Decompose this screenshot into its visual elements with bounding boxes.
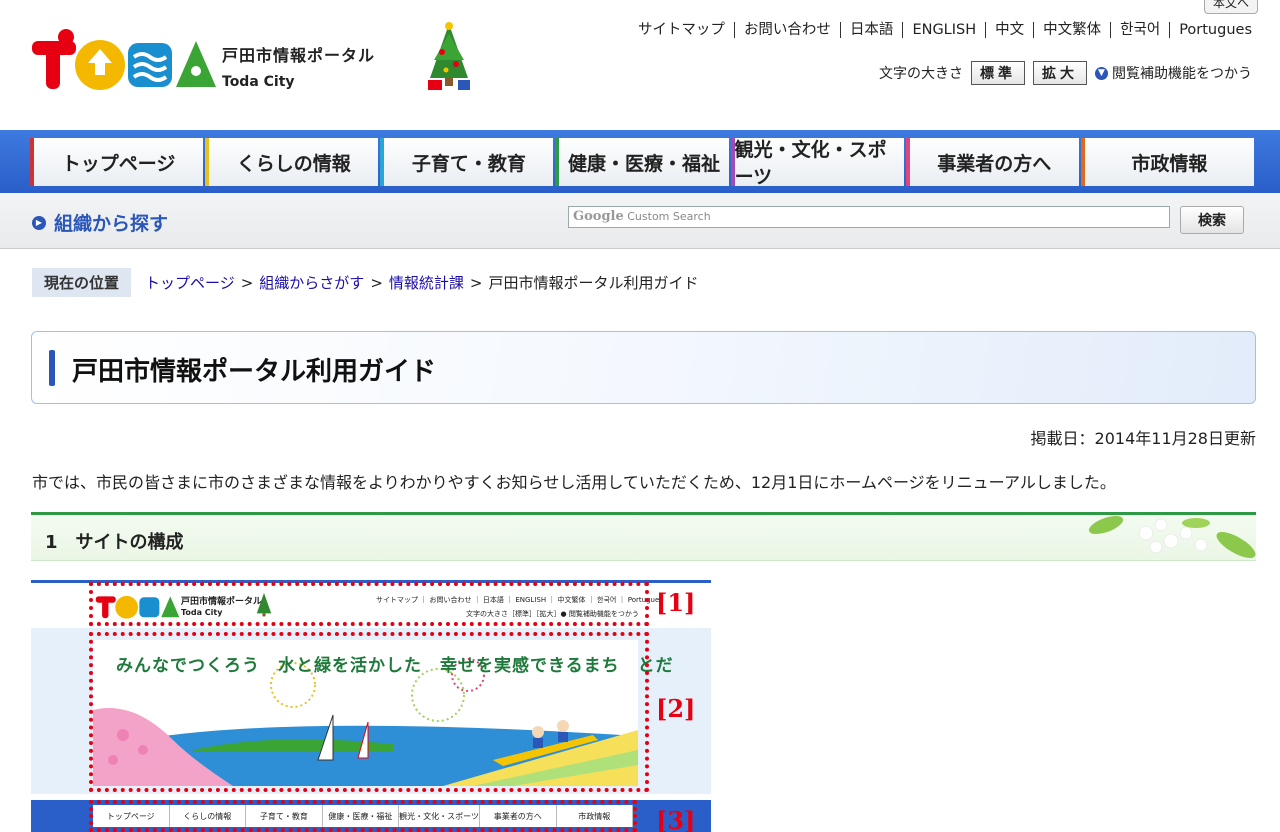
nav-item-business[interactable]: 事業者の方へ: [905, 138, 1079, 186]
org-search-label: 組織から探す: [54, 213, 169, 235]
lang-korean-link[interactable]: 한국어: [1110, 22, 1169, 38]
nav-item-living[interactable]: くらしの情報: [205, 138, 379, 186]
site-header: 本文へ 戸田市情報ポータル Toda City サイトマップ お問い合わせ 日本…: [0, 0, 1280, 130]
lang-chinese-traditional-link[interactable]: 中文繁体: [1033, 22, 1110, 38]
search-placeholder: Custom Search: [627, 210, 711, 223]
region-2-label: [2]: [656, 694, 696, 723]
page-title: 戸田市情報ポータル利用ガイド: [72, 357, 437, 387]
breadcrumb-link-org[interactable]: 組織からさがす: [259, 272, 364, 293]
global-nav: トップページ くらしの情報 子育て・教育 健康・医療・福祉 観光・文化・スポーツ…: [0, 130, 1280, 193]
sitemap-link[interactable]: サイトマップ: [629, 22, 734, 38]
utility-links: サイトマップ お問い合わせ 日本語 ENGLISH 中文 中文繁体 한국어 Po…: [629, 22, 1252, 38]
font-normal-button[interactable]: 標準: [971, 61, 1025, 85]
org-search-link[interactable]: ▶ 組織から探す: [32, 209, 168, 236]
breadcrumb: 現在の位置 トップページ > 組織からさがす > 情報統計課 > 戸田市情報ポー…: [32, 268, 699, 297]
contact-link[interactable]: お問い合わせ: [733, 22, 840, 38]
lang-english-link[interactable]: ENGLISH: [902, 22, 985, 38]
flowers-decoration-icon: [1088, 515, 1256, 558]
region-2-outline: [89, 632, 649, 792]
lang-japanese-link[interactable]: 日本語: [839, 22, 903, 38]
intro-text: 市では、市民の皆さまに市のさまざまな情報をよりわかりやすくお知らせし活用していた…: [32, 473, 1116, 492]
region-1-outline: [89, 582, 649, 626]
skip-to-content-link[interactable]: 本文へ: [1203, 0, 1258, 14]
site-name: 戸田市情報ポータル Toda City: [222, 42, 375, 90]
search-input[interactable]: Google Custom Search: [568, 206, 1170, 228]
nav-item-childcare[interactable]: 子育て・教育: [380, 138, 554, 186]
site-structure-image: 戸田市情報ポータル Toda City サイトマップ ｜ お問い合わせ ｜ 日本…: [31, 580, 711, 832]
lang-chinese-link[interactable]: 中文: [985, 22, 1033, 38]
accessibility-assist-label: 閲覧補助機能をつかう: [1112, 66, 1252, 82]
breadcrumb-link-top[interactable]: トップページ: [145, 272, 235, 293]
breadcrumb-separator: >: [469, 273, 483, 292]
search-button[interactable]: 検索: [1180, 206, 1244, 234]
font-large-button[interactable]: 拡大: [1033, 61, 1087, 85]
breadcrumb-link-dept[interactable]: 情報統計課: [389, 272, 464, 293]
arrow-right-icon: ▶: [32, 215, 46, 230]
google-brand: Google: [573, 209, 624, 224]
nav-item-city-admin[interactable]: 市政情報: [1080, 138, 1254, 186]
section-heading: 1 サイトの構成: [45, 532, 184, 553]
site-name-jp: 戸田市情報ポータル: [222, 46, 376, 65]
nav-item-top[interactable]: トップページ: [30, 138, 204, 186]
section-heading-box: 1 サイトの構成: [31, 512, 1256, 561]
toda-logo[interactable]: [30, 27, 220, 93]
breadcrumb-label: 現在の位置: [32, 268, 132, 297]
nav-item-tourism[interactable]: 観光・文化・スポーツ: [730, 138, 904, 188]
breadcrumb-separator: >: [240, 273, 254, 292]
region-3-label: [3]: [656, 806, 696, 832]
region-1-label: [1]: [656, 588, 696, 617]
nav-item-health[interactable]: 健康・医療・福祉: [555, 138, 729, 186]
title-accent-bar: [49, 350, 55, 386]
breadcrumb-separator: >: [370, 273, 383, 292]
breadcrumb-current: 戸田市情報ポータル利用ガイド: [488, 274, 699, 292]
site-name-en: Toda City: [222, 74, 295, 90]
lang-portuguese-link[interactable]: Portugues: [1169, 22, 1252, 38]
accessibility-assist-link[interactable]: ▼ 閲覧補助機能をつかう: [1095, 63, 1252, 83]
page-title-box: 戸田市情報ポータル利用ガイド: [31, 331, 1256, 404]
font-size-label: 文字の大きさ: [879, 66, 963, 82]
chevron-down-icon: ▼: [1095, 66, 1108, 80]
updated-date: 掲載日：2014年11月28日更新: [1030, 429, 1256, 448]
region-3-outline: [89, 800, 637, 832]
font-size-controls: 文字の大きさ 標準 拡大 ▼ 閲覧補助機能をつかう: [879, 61, 1252, 85]
christmas-tree-icon: [428, 22, 470, 90]
sub-bar: ▶ 組織から探す Google Custom Search 検索: [0, 193, 1280, 249]
